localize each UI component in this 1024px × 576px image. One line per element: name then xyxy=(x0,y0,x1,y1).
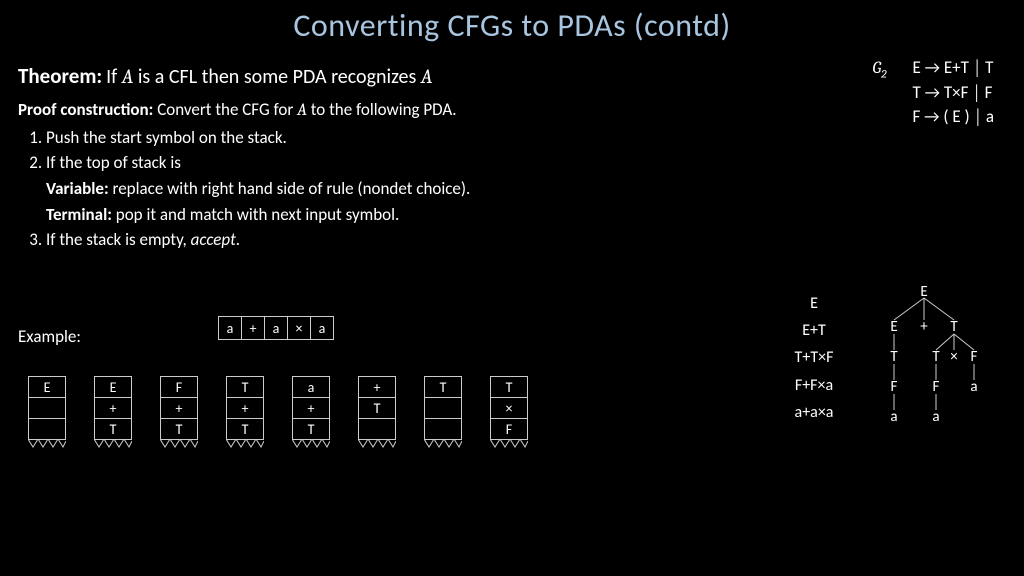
stack-cell: + xyxy=(160,397,198,419)
step-3: If the stack is empty, accept. xyxy=(46,229,698,252)
tree-node: F xyxy=(933,378,940,396)
stack-bottom-icon xyxy=(490,439,528,449)
deriv-step: F+F×a xyxy=(774,372,854,399)
grammar-name: G2 xyxy=(873,59,887,78)
stack-cell xyxy=(28,397,66,419)
stack-bottom-icon xyxy=(28,439,66,449)
stack-bottom-icon xyxy=(358,439,396,449)
stack: T+T xyxy=(226,376,264,449)
slide-title: Converting CFGs to PDAs (contd) xyxy=(0,6,1024,45)
stack-bottom-icon xyxy=(160,439,198,449)
tree-node: a xyxy=(970,378,977,396)
stack: T xyxy=(424,376,462,449)
stack-cell: E xyxy=(28,376,66,398)
tree-node: T xyxy=(932,348,939,366)
stack: F+T xyxy=(160,376,198,449)
tape-cell: a xyxy=(264,316,288,340)
derivation-list: E E+T T+T×F F+F×a a+a×a xyxy=(774,290,854,426)
stack-cell: F xyxy=(160,376,198,398)
stack-cell: T xyxy=(94,418,132,440)
theorem-line: Theorem: If A is a CFL then some PDA rec… xyxy=(18,62,698,91)
stack-bottom-icon xyxy=(292,439,330,449)
stack-cell xyxy=(358,418,396,440)
input-tape: a + a × a xyxy=(218,316,334,340)
stack-bottom-icon xyxy=(226,439,264,449)
example-label: Example: xyxy=(18,326,81,347)
tree-node: + xyxy=(920,318,927,336)
grammar-rule: T → T×F │ F xyxy=(912,81,994,106)
stack-cell: T xyxy=(490,376,528,398)
proof-steps: Push the start symbol on the stack. If t… xyxy=(18,127,698,252)
proof-label: Proof construction: xyxy=(18,99,153,120)
stack-cell: + xyxy=(94,397,132,419)
tree-node: F xyxy=(971,348,978,366)
tree-node: E xyxy=(890,318,897,336)
stack: +T xyxy=(358,376,396,449)
theorem-label: Theorem: xyxy=(18,63,102,89)
step-1: Push the start symbol on the stack. xyxy=(46,127,698,150)
step-2: If the top of stack is Variable: replace… xyxy=(46,152,698,227)
tape-cell: + xyxy=(241,316,265,340)
tree-node: a xyxy=(890,408,897,426)
parse-tree: E E + T T T × F F F a a a xyxy=(854,280,994,450)
stack-row: EE+TF+TT+Ta+T+TTT×F xyxy=(28,376,528,449)
stack-cell: a xyxy=(292,376,330,398)
tape-cell: a xyxy=(310,316,334,340)
stack-cell: + xyxy=(226,397,264,419)
grammar-rules: E → E+T │ T T → T×F │ F F → ( E ) │ a xyxy=(912,56,994,130)
stack-cell: T xyxy=(226,376,264,398)
stack-cell: T xyxy=(424,376,462,398)
tree-node: F xyxy=(891,378,898,396)
grammar-definition: G2 E → E+T │ T T → T×F │ F F → ( E ) │ a xyxy=(873,56,994,130)
stack-bottom-icon xyxy=(94,439,132,449)
tree-node: × xyxy=(950,348,957,366)
tree-node: T xyxy=(890,348,897,366)
stack: a+T xyxy=(292,376,330,449)
theorem-text: If A is a CFL then some PDA recognizes A xyxy=(106,65,432,89)
stack: E xyxy=(28,376,66,449)
stack-cell: F xyxy=(490,418,528,440)
stack-cell: T xyxy=(226,418,264,440)
stack-cell xyxy=(424,397,462,419)
stack-cell: T xyxy=(292,418,330,440)
deriv-step: E xyxy=(774,290,854,317)
tree-node: T xyxy=(950,318,957,336)
stack-cell xyxy=(424,418,462,440)
stack-cell: + xyxy=(358,376,396,398)
tree-node: E xyxy=(920,283,927,301)
grammar-rule: E → E+T │ T xyxy=(912,56,994,81)
stack-cell: + xyxy=(292,397,330,419)
tree-node: a xyxy=(932,408,939,426)
grammar-rule: F → ( E ) │ a xyxy=(912,105,994,130)
stack-bottom-icon xyxy=(424,439,462,449)
step-2b: Terminal: pop it and match with next inp… xyxy=(46,204,698,227)
deriv-step: E+T xyxy=(774,317,854,344)
deriv-step: T+T×F xyxy=(774,344,854,371)
stack-cell: E xyxy=(94,376,132,398)
tape-cell: a xyxy=(218,316,242,340)
stack-cell: T xyxy=(160,418,198,440)
step-2a: Variable: replace with right hand side o… xyxy=(46,178,698,201)
stack: E+T xyxy=(94,376,132,449)
main-content: Theorem: If A is a CFL then some PDA rec… xyxy=(18,62,698,254)
stack-cell: × xyxy=(490,397,528,419)
tape-cell: × xyxy=(287,316,311,340)
proof-line: Proof construction: Convert the CFG for … xyxy=(18,99,698,123)
stack-cell xyxy=(28,418,66,440)
stack: T×F xyxy=(490,376,528,449)
deriv-step: a+a×a xyxy=(774,399,854,426)
stack-cell: T xyxy=(358,397,396,419)
